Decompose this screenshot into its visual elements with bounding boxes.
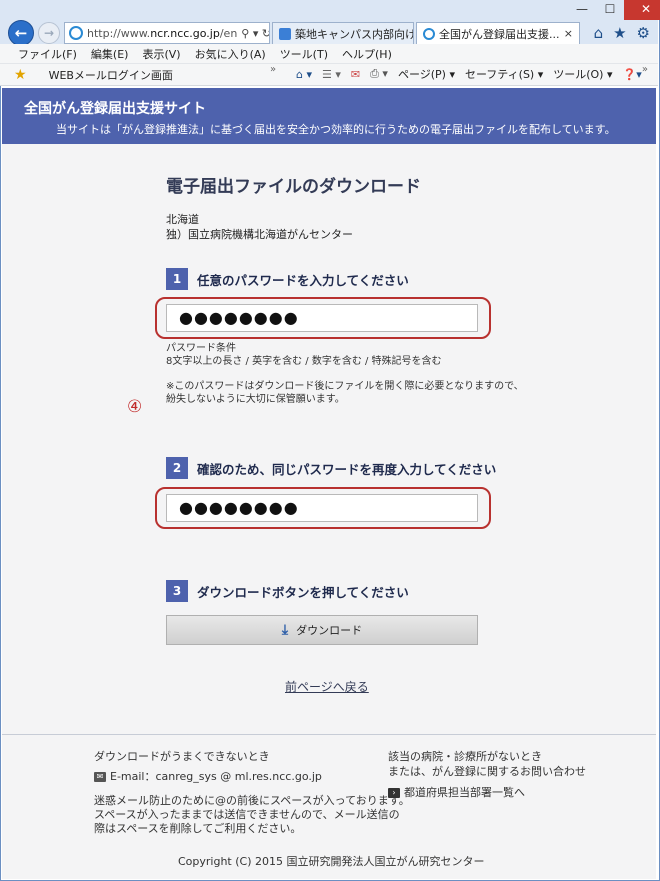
- org-prefecture: 北海道: [166, 213, 199, 226]
- download-label: ダウンロード: [296, 624, 363, 637]
- footer-hospital-line2: または、がん登録に関するお問い合わせ: [388, 765, 586, 778]
- back-page-link[interactable]: 前ページへ戻る: [285, 678, 369, 695]
- step-2-heading: 2 確認のため、同じパスワードを再度入力してください: [166, 457, 496, 479]
- home-icon[interactable]: ⌂: [594, 24, 604, 42]
- password-conditions-text: 8文字以上の長さ / 英字を含む / 数字を含む / 特殊記号を含む: [166, 356, 442, 367]
- footer-prefecture-link-text[interactable]: 都道府県担当部署一覧へ: [404, 786, 525, 799]
- site-title: 全国がん登録届出支援サイト: [24, 101, 206, 117]
- command-chevron-icon[interactable]: »: [642, 64, 648, 75]
- step-label: ダウンロードボタンを押してください: [197, 584, 409, 600]
- site-subtitle: 当サイトは「がん登録推進法」に基づく届出を安全かつ効率的に行うための電子届出ファ…: [56, 123, 616, 136]
- footer-trouble-title: ダウンロードがうまくできないとき: [94, 750, 270, 763]
- close-window-button[interactable]: ✕: [624, 0, 660, 20]
- tab-close-icon[interactable]: ×: [560, 27, 573, 40]
- step-3-heading: 3 ダウンロードボタンを押してください: [166, 580, 409, 602]
- tab-label: 全国がん登録届出支援...: [439, 27, 560, 41]
- page-title: 電子届出ファイルのダウンロード: [166, 177, 421, 197]
- ie-page-icon: [69, 26, 83, 40]
- menu-file[interactable]: ファイル(F): [18, 46, 77, 62]
- cmd-tools[interactable]: ツール(O) ▾: [553, 66, 612, 82]
- password-confirm-field[interactable]: ●●●●●●●●: [166, 494, 478, 522]
- menu-edit[interactable]: 編集(E): [91, 46, 129, 62]
- copyright: Copyright (C) 2015 国立研究開発法人国立がん研究センター: [178, 855, 485, 868]
- favorites-star-icon[interactable]: ★: [14, 67, 27, 83]
- window-controls: — ☐ ✕: [568, 0, 660, 20]
- site-header: 全国がん登録届出支援サイト 当サイトは「がん登録推進法」に基づく届出を安全かつ効…: [2, 88, 656, 144]
- address-url: http://www.ncr.ncc.go.jp/en: [87, 26, 238, 40]
- footer-email-text: E-mail：canreg_sys @ ml.res.ncc.go.jp: [110, 770, 322, 783]
- menu-help[interactable]: ヘルプ(H): [342, 46, 392, 62]
- command-bar: ⌂ ▾ ☰ ▾ ✉ ⎙ ▾ ページ(P) ▾ セーフティ(S) ▾ ツール(O)…: [296, 66, 642, 82]
- favorites-star-icon[interactable]: ★: [613, 24, 626, 42]
- tab-cancer-registry[interactable]: 全国がん登録届出支援... ×: [416, 22, 580, 44]
- footer-prefecture-link[interactable]: › 都道府県担当部署一覧へ: [388, 784, 525, 800]
- help-icon[interactable]: ❓▾: [623, 68, 642, 81]
- footer-email: ✉ E-mail：canreg_sys @ ml.res.ncc.go.jp: [94, 768, 322, 784]
- back-button[interactable]: ←: [8, 20, 34, 46]
- favorite-webmail-link[interactable]: WEBメールログイン画面: [49, 67, 173, 83]
- password-note-line2: 紛失しないように大切に保管願います。: [166, 394, 345, 405]
- favorites-chevron-icon[interactable]: »: [270, 64, 276, 75]
- address-bar[interactable]: http://www.ncr.ncc.go.jp/en ⚲ ▾ ↻: [64, 22, 270, 44]
- step-1-heading: 1 任意のパスワードを入力してください: [166, 268, 409, 290]
- mail-icon[interactable]: ✉: [351, 68, 360, 81]
- email-icon: ✉: [94, 772, 106, 782]
- footer-spam-line3: 際はスペースを削除してご利用ください。: [94, 822, 302, 835]
- footer-hospital-line1: 該当の病院・診療所がないとき: [388, 750, 542, 763]
- cmd-page[interactable]: ページ(P) ▾: [398, 66, 455, 82]
- cmd-safety[interactable]: セーフティ(S) ▾: [465, 66, 543, 82]
- menu-favorites[interactable]: お気に入り(A): [195, 46, 266, 62]
- download-icon: ⤓: [281, 622, 289, 638]
- globe-icon: [279, 27, 291, 40]
- annotation-marker: ④: [127, 397, 143, 417]
- forward-button[interactable]: →: [38, 22, 60, 44]
- step-number: 1: [166, 268, 188, 290]
- step-label: 確認のため、同じパスワードを再度入力してください: [197, 461, 497, 477]
- minimize-button[interactable]: —: [568, 0, 596, 20]
- address-controls[interactable]: ⚲ ▾ ↻: [237, 26, 269, 40]
- step-label: 任意のパスワードを入力してください: [197, 272, 409, 288]
- menu-tools[interactable]: ツール(T): [280, 46, 328, 62]
- download-button[interactable]: ⤓ ダウンロード: [166, 615, 478, 645]
- print-icon[interactable]: ⎙ ▾: [370, 67, 388, 81]
- favorites-bar: ★ WEBメールログイン画面 » ⌂ ▾ ☰ ▾ ✉ ⎙ ▾ ページ(P) ▾ …: [0, 64, 658, 86]
- tab-campus[interactable]: 築地キャンパス内部向けサー...: [272, 22, 414, 44]
- maximize-button[interactable]: ☐: [596, 0, 624, 20]
- rss-icon[interactable]: ☰ ▾: [322, 68, 341, 81]
- browser-toolbar-icons: ⌂ ★ ⚙: [594, 24, 650, 42]
- step-number: 3: [166, 580, 188, 602]
- org-hospital: 独）国立病院機構北海道がんセンター: [166, 228, 353, 241]
- arrow-icon: ›: [388, 788, 400, 798]
- home-icon[interactable]: ⌂ ▾: [296, 68, 312, 81]
- password-field[interactable]: ●●●●●●●●: [166, 304, 478, 332]
- menu-view[interactable]: 表示(V): [142, 46, 180, 62]
- menu-bar: ファイル(F) 編集(E) 表示(V) お気に入り(A) ツール(T) ヘルプ(…: [0, 44, 658, 64]
- tab-label: 築地キャンパス内部向けサー...: [295, 27, 413, 41]
- gear-icon[interactable]: ⚙: [637, 24, 650, 42]
- step-number: 2: [166, 457, 188, 479]
- ie-tab-icon: [423, 27, 435, 40]
